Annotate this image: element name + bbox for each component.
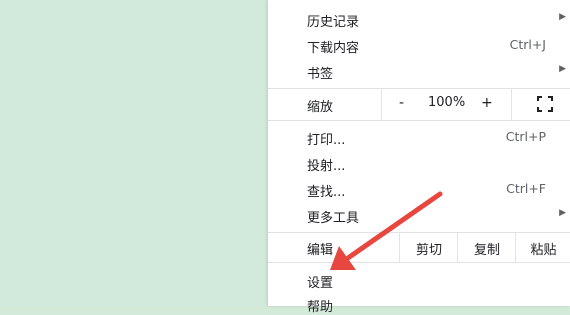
browser-menu: 历史记录 ▶ 下载内容 Ctrl+J 书签 ▶ 缩放 - 100% + 打印..… [268, 0, 570, 315]
fullscreen-icon [537, 96, 553, 112]
menu-divider [268, 120, 570, 121]
menu-item-label: 查找... [307, 185, 346, 200]
menu-item-more-tools[interactable]: 更多工具 ▶ [268, 204, 570, 228]
zoom-row: 缩放 - 100% + [268, 88, 570, 120]
menu-item-find[interactable]: 查找... Ctrl+F [268, 178, 570, 202]
menu-item-bookmarks[interactable]: 书签 ▶ [268, 60, 570, 84]
zoom-label: 缩放 [307, 100, 334, 115]
fullscreen-button[interactable] [511, 88, 570, 120]
menu-divider [268, 262, 570, 263]
menu-item-print[interactable]: 打印... Ctrl+P [268, 126, 570, 150]
menu-item-label: 打印... [307, 133, 346, 148]
menu-item-cast[interactable]: 投射... [268, 152, 570, 176]
paste-label: 粘贴 [530, 243, 557, 258]
edit-label: 编辑 [307, 243, 334, 258]
menu-item-label: 下载内容 [307, 41, 360, 56]
cut-label: 剪切 [415, 243, 442, 258]
zoom-level: 100% [428, 95, 466, 110]
zoom-in-button[interactable]: + [481, 95, 493, 111]
submenu-arrow-icon: ▶ [559, 12, 566, 22]
submenu-arrow-icon: ▶ [559, 208, 566, 218]
menu-item-label: 投射... [307, 159, 346, 174]
menu-item-label: 更多工具 [307, 211, 360, 226]
menu-item-history[interactable]: 历史记录 ▶ [268, 8, 570, 32]
copy-button[interactable]: 复制 [457, 232, 516, 262]
menu-item-downloads[interactable]: 下载内容 Ctrl+J [268, 34, 570, 58]
menu-item-settings[interactable]: 设置 [268, 269, 570, 293]
page-background [0, 0, 268, 306]
submenu-arrow-icon: ▶ [559, 64, 566, 74]
menu-item-label: 书签 [307, 67, 334, 82]
menu-item-label: 设置 [307, 276, 334, 291]
zoom-out-button[interactable]: - [399, 95, 404, 111]
edit-row: 编辑 剪切 复制 粘贴 [268, 232, 570, 262]
copy-label: 复制 [473, 243, 500, 258]
shortcut-label: Ctrl+J [509, 37, 546, 52]
paste-button[interactable]: 粘贴 [515, 232, 570, 262]
shortcut-label: Ctrl+F [506, 181, 546, 196]
cut-button[interactable]: 剪切 [399, 232, 458, 262]
menu-item-label: 历史记录 [307, 15, 360, 30]
shortcut-label: Ctrl+P [505, 129, 546, 144]
